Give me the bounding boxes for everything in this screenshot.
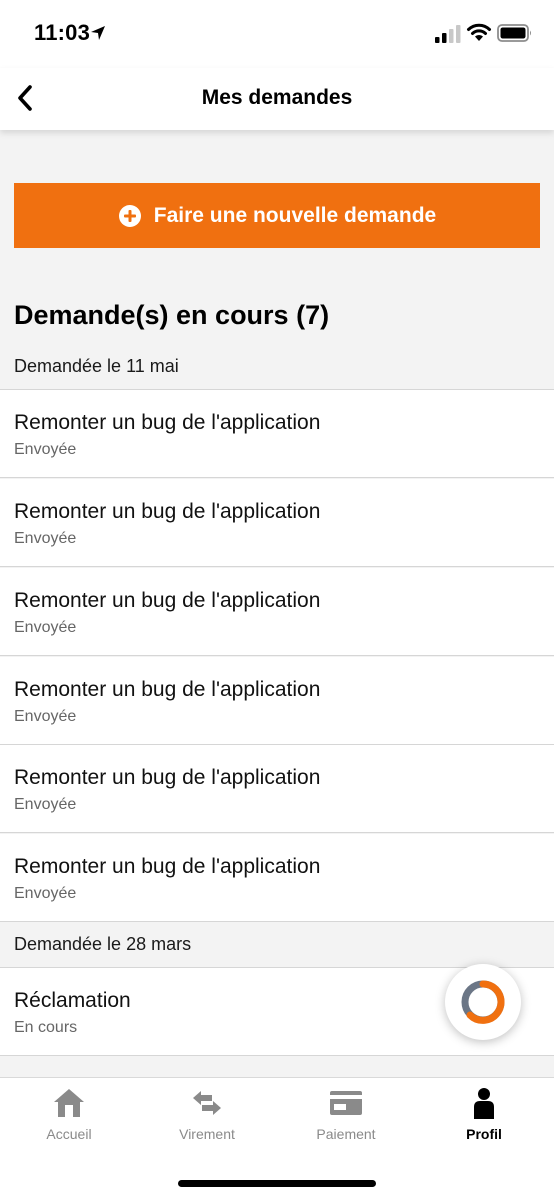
request-item[interactable]: Remonter un bug de l'application Envoyée [0,745,554,833]
tab-virement[interactable]: Virement [138,1086,276,1156]
nav-header: Mes demandes [0,68,554,130]
section-title: Demande(s) en cours (7) [14,300,330,330]
request-title: Remonter un bug de l'application [14,589,321,612]
assistant-ring-icon [461,980,505,1024]
request-status: Envoyée [14,796,77,813]
tab-paiement[interactable]: Paiement [277,1086,415,1156]
tab-label: Accueil [46,1126,92,1142]
tab-label: Virement [179,1126,235,1142]
request-status: Envoyée [14,530,77,547]
request-item[interactable]: Remonter un bug de l'application Envoyée [0,834,554,922]
home-indicator [178,1180,376,1187]
request-title: Remonter un bug de l'application [14,411,321,434]
request-title: Remonter un bug de l'application [14,678,321,701]
home-icon [54,1089,84,1117]
wifi-icon [467,23,491,41]
request-title: Réclamation [14,989,131,1012]
tab-profil[interactable]: Profil [415,1086,553,1156]
cellular-signal-icon [435,25,461,43]
request-item[interactable]: Remonter un bug de l'application Envoyée [0,568,554,656]
new-request-label: Faire une nouvelle demande [153,203,437,227]
request-status: Envoyée [14,708,77,725]
battery-icon [497,24,531,42]
location-arrow-icon [91,26,105,40]
request-item[interactable]: Remonter un bug de l'application Envoyée [0,390,554,478]
status-time: 11:03 [34,20,91,45]
tab-accueil[interactable]: Accueil [0,1086,138,1156]
request-title: Remonter un bug de l'application [14,500,321,523]
tab-label: Profil [466,1126,502,1142]
request-title: Remonter un bug de l'application [14,766,321,789]
status-bar: 11:03 [0,0,554,68]
request-title: Remonter un bug de l'application [14,855,321,878]
new-request-button[interactable]: Faire une nouvelle demande [14,183,540,248]
page-title: Mes demandes [201,86,353,109]
request-status: En cours [14,1019,78,1036]
request-item[interactable]: Remonter un bug de l'application Envoyée [0,479,554,567]
group-date-header: Demandée le 28 mars [0,922,554,968]
tab-bar: Accueil Virement Paiement Profil [0,1077,554,1200]
request-status: Envoyée [14,619,77,636]
tab-label: Paiement [316,1126,376,1142]
chat-assistant-button[interactable] [445,964,521,1040]
group-date-header: Demandée le 11 mai [0,344,554,390]
request-item[interactable]: Remonter un bug de l'application Envoyée [0,657,554,745]
request-status: Envoyée [14,885,77,902]
card-icon [330,1091,362,1115]
request-status: Envoyée [14,441,77,458]
profile-icon [474,1088,494,1119]
plus-circle-icon [118,204,141,227]
transfer-icon [193,1091,221,1115]
